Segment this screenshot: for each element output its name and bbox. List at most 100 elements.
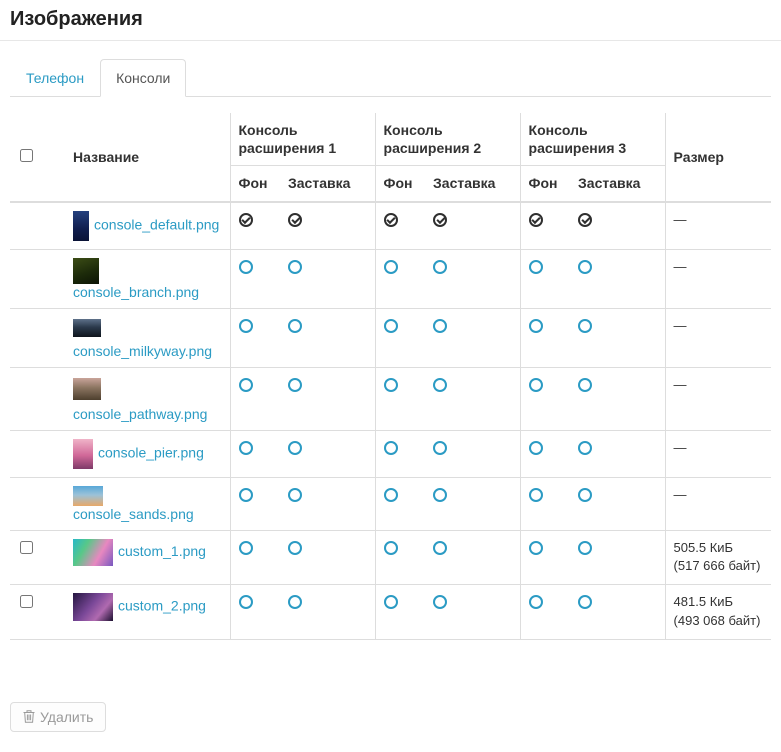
splash-radio[interactable] [433, 260, 447, 274]
table-row: console_sands.png — [10, 477, 771, 530]
splash-radio[interactable] [578, 378, 592, 392]
background-radio[interactable] [529, 488, 543, 502]
file-name-cell: console_sands.png [65, 477, 230, 530]
size-cell: 505.5 КиБ(517 666 байт) [665, 530, 771, 585]
splash-radio[interactable] [433, 595, 447, 609]
splash-radio[interactable] [578, 213, 592, 227]
background-radio[interactable] [239, 595, 253, 609]
tab-bar: Телефон Консоли [10, 59, 771, 97]
background-radio[interactable] [384, 488, 398, 502]
radio-cell [230, 367, 280, 430]
splash-radio[interactable] [433, 441, 447, 455]
radio-cell [280, 585, 375, 640]
file-link[interactable]: console_branch.png [73, 284, 199, 300]
select-all-checkbox[interactable] [20, 149, 33, 162]
splash-radio[interactable] [578, 541, 592, 555]
splash-radio[interactable] [288, 319, 302, 333]
radio-cell [570, 585, 665, 640]
row-checkbox[interactable] [20, 541, 33, 554]
file-link[interactable]: console_milkyway.png [73, 343, 212, 359]
background-radio[interactable] [529, 441, 543, 455]
radio-cell [230, 585, 280, 640]
background-radio[interactable] [239, 541, 253, 555]
row-select-cell [10, 477, 65, 530]
size-cell: — [665, 367, 771, 430]
splash-radio[interactable] [433, 488, 447, 502]
radio-cell [570, 249, 665, 308]
file-link[interactable]: custom_1.png [118, 543, 206, 559]
splash-radio[interactable] [433, 213, 447, 227]
background-radio[interactable] [529, 319, 543, 333]
splash-radio[interactable] [433, 319, 447, 333]
background-radio[interactable] [239, 378, 253, 392]
radio-cell [280, 477, 375, 530]
radio-cell [375, 308, 425, 367]
splash-radio[interactable] [578, 441, 592, 455]
row-select-cell [10, 308, 65, 367]
radio-cell [375, 530, 425, 585]
row-checkbox[interactable] [20, 595, 33, 608]
radio-cell [230, 530, 280, 585]
background-radio[interactable] [384, 260, 398, 274]
radio-cell [520, 530, 570, 585]
background-radio[interactable] [239, 260, 253, 274]
radio-cell [570, 477, 665, 530]
image-thumbnail [73, 378, 101, 400]
background-radio[interactable] [529, 378, 543, 392]
radio-cell [280, 249, 375, 308]
column-header-background-1: Фон [230, 166, 280, 202]
background-radio[interactable] [384, 213, 398, 227]
radio-cell [280, 308, 375, 367]
splash-radio[interactable] [433, 541, 447, 555]
file-link[interactable]: console_pathway.png [73, 406, 207, 422]
splash-radio[interactable] [578, 595, 592, 609]
delete-button[interactable]: Удалить [10, 702, 106, 732]
tab-phone[interactable]: Телефон [10, 59, 100, 97]
splash-radio[interactable] [288, 260, 302, 274]
table-row: custom_1.png 505.5 КиБ(517 666 байт) [10, 530, 771, 585]
splash-radio[interactable] [433, 378, 447, 392]
file-link[interactable]: console_sands.png [73, 506, 194, 522]
background-radio[interactable] [239, 319, 253, 333]
splash-radio[interactable] [578, 319, 592, 333]
background-radio[interactable] [529, 260, 543, 274]
splash-radio[interactable] [288, 378, 302, 392]
size-cell: — [665, 430, 771, 477]
background-radio[interactable] [384, 541, 398, 555]
radio-cell [570, 430, 665, 477]
splash-radio[interactable] [288, 595, 302, 609]
splash-radio[interactable] [288, 213, 302, 227]
splash-radio[interactable] [288, 441, 302, 455]
background-radio[interactable] [529, 541, 543, 555]
background-radio[interactable] [239, 441, 253, 455]
background-radio[interactable] [384, 319, 398, 333]
radio-cell [520, 430, 570, 477]
file-name-cell: console_pathway.png [65, 367, 230, 430]
radio-cell [230, 202, 280, 250]
tab-consoles[interactable]: Консоли [100, 59, 186, 97]
splash-radio[interactable] [288, 488, 302, 502]
table-row: console_default.png — [10, 202, 771, 250]
column-group-console-1: Консоль расширения 1 [230, 113, 375, 166]
radio-cell [425, 477, 520, 530]
background-radio[interactable] [384, 595, 398, 609]
file-link[interactable]: custom_2.png [118, 598, 206, 614]
background-radio[interactable] [384, 378, 398, 392]
file-link[interactable]: console_default.png [94, 216, 219, 232]
background-radio[interactable] [239, 488, 253, 502]
radio-cell [280, 202, 375, 250]
background-radio[interactable] [239, 213, 253, 227]
column-header-background-2: Фон [375, 166, 425, 202]
background-radio[interactable] [529, 595, 543, 609]
image-thumbnail [73, 439, 93, 469]
splash-radio[interactable] [578, 260, 592, 274]
splash-radio[interactable] [288, 541, 302, 555]
background-radio[interactable] [529, 213, 543, 227]
background-radio[interactable] [384, 441, 398, 455]
column-group-console-2: Консоль расширения 2 [375, 113, 520, 166]
radio-cell [230, 249, 280, 308]
splash-radio[interactable] [578, 488, 592, 502]
radio-cell [425, 202, 520, 250]
radio-cell [425, 530, 520, 585]
file-link[interactable]: console_pier.png [98, 444, 204, 460]
